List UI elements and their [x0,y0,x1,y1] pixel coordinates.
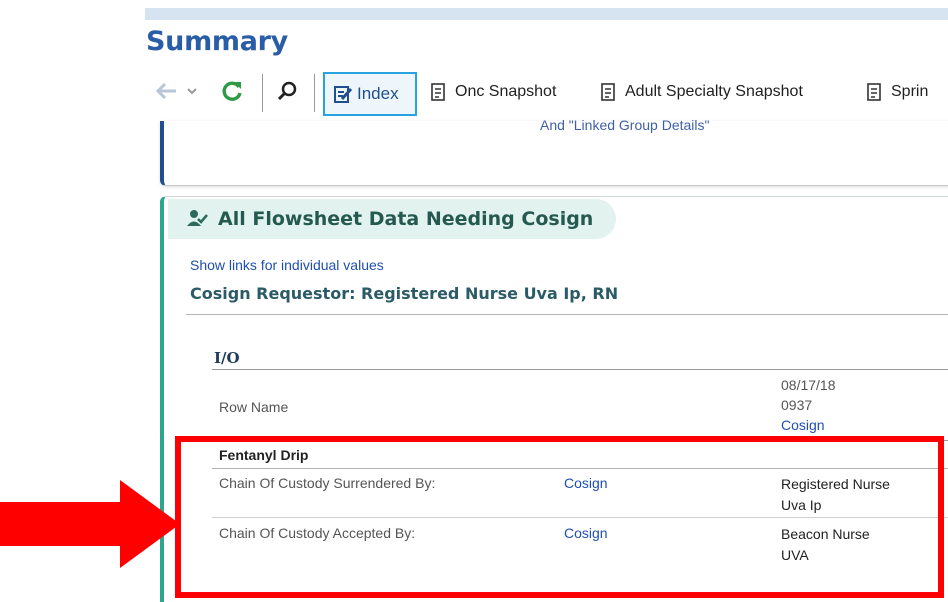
tab-adult-specialty-snapshot[interactable]: Adult Specialty Snapshot [600,82,803,102]
refresh-button[interactable] [220,79,244,103]
column-cosign-link[interactable]: Cosign [781,415,836,435]
tab-onc-snapshot[interactable]: Onc Snapshot [430,82,556,102]
show-links-link[interactable]: Show links for individual values [190,257,384,273]
report-icon [431,83,445,101]
toolbar-separator [314,74,315,112]
report-icon [867,83,881,101]
report-icon [601,83,615,101]
back-button[interactable] [156,82,198,100]
index-icon [334,86,353,103]
linked-group-details-link[interactable]: And "Linked Group Details" [540,117,709,133]
column-time: 0937 [781,397,813,413]
date-column-header: 08/17/18 0937 Cosign [781,375,836,435]
cosign-requestor: Cosign Requestor: Registered Nurse Uva I… [190,284,619,303]
previous-section-card: And "Linked Group Details" [160,117,948,186]
row-name-header: Row Name [219,399,289,415]
highlight-box [175,436,944,598]
toolbar-separator [262,74,263,112]
group-label: I/O [214,349,240,367]
tab-sprin-label: Sprin [891,83,929,100]
tab-index[interactable]: Index [323,72,417,116]
search-button[interactable] [277,80,299,102]
tab-adult-specialty-snapshot-label: Adult Specialty Snapshot [625,83,803,100]
tab-onc-snapshot-label: Onc Snapshot [455,83,557,100]
divider [186,314,948,315]
column-date: 08/17/18 [781,377,836,393]
top-strip [145,8,948,20]
section-header[interactable]: All Flowsheet Data Needing Cosign [168,199,616,239]
tab-sprin[interactable]: Sprin [866,82,928,102]
page-title: Summary [146,26,288,57]
tab-index-label: Index [357,84,399,103]
divider [212,369,948,370]
refresh-icon [222,81,242,101]
search-icon [277,81,297,101]
pointer-arrow-icon [0,480,180,568]
section-header-label: All Flowsheet Data Needing Cosign [218,208,594,230]
back-arrow-icon [156,82,176,100]
chevron-down-icon [187,88,197,95]
toolbar: Index Onc Snapshot Adult Specialty Snaps… [146,70,948,120]
people-icon [187,210,208,226]
